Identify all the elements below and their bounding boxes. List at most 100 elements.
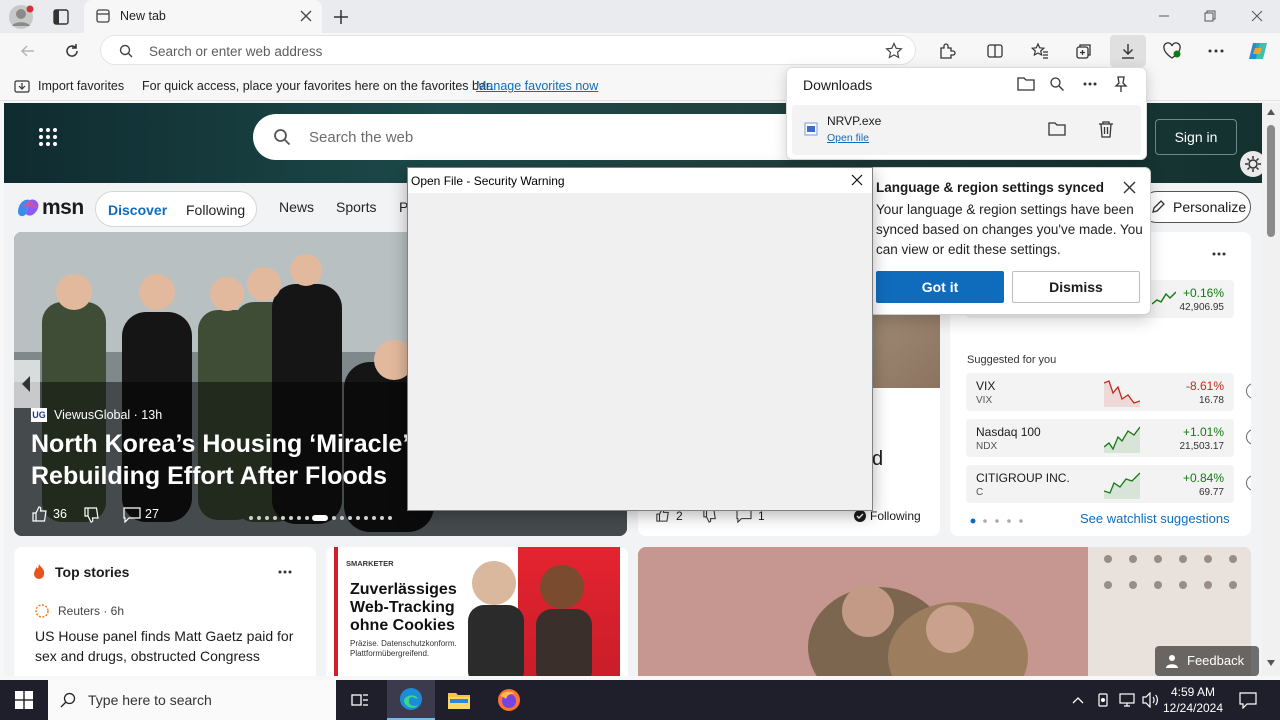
pin-icon[interactable]: [1113, 75, 1129, 93]
taskbar-firefox[interactable]: [485, 680, 533, 720]
ad-card[interactable]: SMARKETER Zuverlässiges Web-Tracking ohn…: [326, 547, 628, 676]
volume-icon[interactable]: [1142, 692, 1160, 708]
news-card-2-title-tail: d: [872, 448, 884, 470]
split-screen-icon[interactable]: [979, 35, 1011, 67]
close-sync-icon[interactable]: [1123, 181, 1136, 194]
address-bar[interactable]: Search or enter web address: [100, 35, 916, 65]
feedback-button[interactable]: Feedback: [1155, 646, 1259, 676]
nav-sports[interactable]: Sports: [336, 199, 376, 215]
got-it-button[interactable]: Got it: [876, 271, 1004, 303]
top-stories-more-icon[interactable]: [278, 570, 292, 574]
minimize-button[interactable]: [1141, 4, 1187, 28]
stock-row[interactable]: CITIGROUP INC. C +0.84% 69.77 +: [966, 465, 1251, 503]
downloads-button[interactable]: [1110, 35, 1146, 67]
show-in-folder-icon[interactable]: [1048, 121, 1066, 137]
open-file-link[interactable]: Open file: [827, 132, 869, 144]
clock-time: 4:59 AM: [1170, 685, 1216, 699]
refresh-button[interactable]: [56, 35, 88, 67]
like-icon[interactable]: [31, 506, 49, 522]
tab-title: New tab: [120, 9, 166, 23]
delete-download-icon[interactable]: [1098, 120, 1114, 138]
page-settings-icon[interactable]: [1240, 151, 1262, 177]
show-hidden-icons-icon[interactable]: [1072, 696, 1084, 704]
dialog-title-bar[interactable]: Open File - Security Warning: [408, 168, 872, 193]
personalize-button[interactable]: Personalize: [1141, 191, 1251, 223]
tab-new-tab[interactable]: New tab: [84, 0, 322, 33]
msn-logo-text: msn: [42, 196, 84, 219]
download-file-name: NRVP.exe: [827, 114, 882, 128]
like-count: 36: [53, 507, 67, 521]
sign-in-button[interactable]: Sign in: [1155, 119, 1237, 155]
meet-now-icon[interactable]: [1096, 692, 1110, 708]
taskbar: Type here to search 4:59 AM 12/24/2024: [0, 680, 1280, 720]
card2-dislike-icon[interactable]: [702, 509, 718, 523]
new-tab-button[interactable]: [332, 8, 350, 26]
taskbar-search[interactable]: Type here to search: [48, 680, 336, 720]
source-logo: UG: [31, 408, 47, 422]
settings-more-icon[interactable]: [1200, 35, 1232, 67]
profile-avatar-icon[interactable]: [8, 4, 34, 30]
add-to-watchlist-button[interactable]: +: [1246, 383, 1251, 399]
stock-sparkline: [1104, 472, 1140, 499]
dismiss-button[interactable]: Dismiss: [1012, 271, 1140, 303]
stock-name: CITIGROUP INC.: [976, 471, 1070, 485]
carousel-dots[interactable]: [248, 515, 398, 521]
copilot-icon[interactable]: [1242, 35, 1274, 67]
open-downloads-folder-icon[interactable]: [1017, 76, 1035, 92]
add-to-watchlist-button[interactable]: +: [1246, 475, 1251, 491]
watchlist-pager-dots[interactable]: [970, 518, 1024, 524]
see-watchlist-link[interactable]: See watchlist suggestions: [1080, 511, 1230, 526]
tab-actions-icon[interactable]: [50, 6, 72, 28]
tab-discover[interactable]: Discover: [108, 202, 167, 218]
following-label[interactable]: Following: [870, 509, 921, 523]
top-stock-change: +0.16%: [1182, 286, 1224, 300]
back-button[interactable]: [12, 35, 44, 67]
watchlist-more-icon[interactable]: [1212, 252, 1226, 256]
task-view-button[interactable]: [336, 680, 384, 720]
notifications-icon[interactable]: [1239, 691, 1257, 709]
download-item[interactable]: NRVP.exe Open file: [792, 105, 1141, 155]
downloads-more-icon[interactable]: [1083, 82, 1097, 86]
scroll-up-icon[interactable]: [1267, 109, 1275, 115]
stock-sparkline: [1104, 380, 1140, 407]
ad-banner: SMARKETER Zuverlässiges Web-Tracking ohn…: [334, 547, 620, 676]
taskbar-file-explorer[interactable]: [435, 680, 483, 720]
stock-row[interactable]: VIX VIX -8.61% 16.78 +: [966, 373, 1251, 411]
windows-logo-icon: [15, 691, 33, 709]
story-headline[interactable]: US House panel finds Matt Gaetz paid for…: [35, 626, 297, 666]
top-stock-price: 42,906.95: [1179, 302, 1225, 313]
sync-notification: Language & region settings synced Your l…: [866, 167, 1151, 315]
scrollbar-thumb[interactable]: [1267, 125, 1275, 237]
search-downloads-icon[interactable]: [1049, 76, 1065, 92]
stock-row[interactable]: Nasdaq 100 NDX +1.01% 21,503.17 +: [966, 419, 1251, 457]
collections-icon[interactable]: [1068, 35, 1100, 67]
dislike-icon[interactable]: [83, 507, 101, 523]
import-favorites-button[interactable]: Import favorites: [38, 79, 124, 93]
stock-change: +1.01%: [1182, 425, 1224, 439]
comment-icon[interactable]: [123, 507, 141, 523]
nav-news[interactable]: News: [279, 199, 314, 215]
page-scrollbar[interactable]: [1262, 103, 1280, 676]
ad-subtext: Präzise. Datenschutzkonform. Plattformüb…: [350, 639, 457, 658]
stock-price: 21,503.17: [1179, 441, 1225, 452]
taskbar-edge[interactable]: [387, 680, 435, 720]
tab-following[interactable]: Following: [186, 202, 245, 218]
start-button[interactable]: [0, 680, 48, 720]
top-stock-sparkline: [1152, 291, 1176, 305]
close-dialog-icon[interactable]: [851, 174, 863, 186]
close-tab-icon[interactable]: [300, 10, 312, 22]
restore-button[interactable]: [1187, 4, 1233, 28]
network-icon[interactable]: [1119, 692, 1135, 708]
extensions-icon[interactable]: [931, 35, 963, 67]
carousel-prev-button[interactable]: [14, 360, 40, 408]
clock[interactable]: 4:59 AM 12/24/2024: [1160, 684, 1226, 716]
favorites-icon[interactable]: [1024, 35, 1056, 67]
scroll-down-icon[interactable]: [1267, 660, 1275, 666]
apps-launcher-icon[interactable]: [38, 127, 58, 147]
close-window-button[interactable]: [1234, 4, 1280, 28]
add-to-watchlist-button[interactable]: +: [1246, 429, 1251, 445]
favorite-star-icon[interactable]: [885, 42, 903, 60]
browser-essentials-icon[interactable]: [1156, 35, 1188, 67]
manage-favorites-link[interactable]: Manage favorites now: [476, 79, 598, 93]
card2-comment-icon[interactable]: [736, 509, 752, 523]
